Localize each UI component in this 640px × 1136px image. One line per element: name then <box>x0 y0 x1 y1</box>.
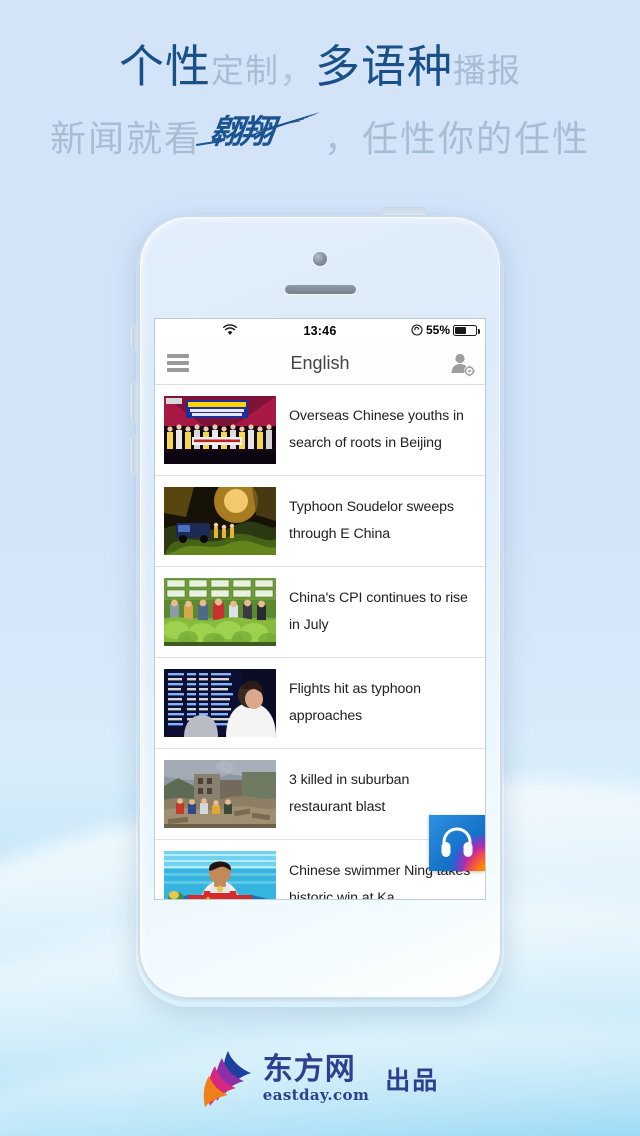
promo-line2-suffix: 任性你的任性 <box>362 119 591 160</box>
news-title: 3 killed in suburban restaurant blast <box>289 771 410 815</box>
page-title: English <box>290 353 350 373</box>
brand-name-en: eastday.com <box>262 1086 370 1104</box>
audio-player-fab[interactable] <box>429 815 485 871</box>
aoxiang-brand-script: 翱翔 <box>195 112 322 161</box>
news-thumbnail <box>164 396 276 464</box>
news-thumbnail <box>164 487 276 555</box>
list-item[interactable]: Flights hit as typhoon approaches <box>155 658 485 749</box>
news-thumbnail <box>164 669 276 737</box>
news-title: Typhoon Soudelor sweeps through E China <box>289 498 454 542</box>
list-item[interactable]: China's CPI continues to rise in July <box>155 567 485 658</box>
phone-screen: 13:46 55% English Overseas Chinese youth… <box>155 319 485 899</box>
night-storm-fallen-tree <box>164 487 276 555</box>
collapsed-building-rubble <box>164 760 276 828</box>
promo-seg-1: 个性 <box>118 40 211 93</box>
profile-settings-icon[interactable] <box>449 351 476 378</box>
rotation-lock-icon <box>411 324 423 336</box>
promo-line2-prefix: 新闻就看 <box>49 119 202 160</box>
brand-swoosh-icon <box>249 112 320 136</box>
promo-seg-2: 定制 <box>210 51 279 90</box>
phone-mute-switch[interactable] <box>132 325 139 351</box>
promo-headline-line-2: 新闻就看 翱翔 ，任性你的任性 <box>49 112 591 161</box>
news-title: China's CPI continues to rise in July <box>289 589 468 633</box>
status-bar: 13:46 55% <box>155 319 485 343</box>
news-thumbnail <box>164 760 276 828</box>
news-thumbnail <box>164 851 276 899</box>
list-item[interactable]: Overseas Chinese youths in search of roo… <box>155 385 485 476</box>
headphones-icon <box>441 827 473 857</box>
concert-stage-group-photo <box>164 396 276 464</box>
phone-volume-down-button[interactable] <box>132 435 139 475</box>
list-item[interactable]: Typhoon Soudelor sweeps through E China <box>155 476 485 567</box>
app-nav-bar: English <box>155 343 485 385</box>
eastday-wordmark: 东方网 eastday.com <box>263 1055 369 1103</box>
phone-front-camera <box>313 252 327 266</box>
eastday-flame-logo <box>203 1051 251 1107</box>
promo-seg-4: 多语种 <box>315 40 454 93</box>
airport-departure-board <box>164 669 276 737</box>
news-title: Flights hit as typhoon approaches <box>289 680 421 724</box>
promo-headline-line-1: 个性定制，多语种播报 <box>0 44 640 89</box>
footer-branding: 东方网 eastday.com 出品 <box>0 1050 640 1108</box>
news-title: Overseas Chinese youths in search of roo… <box>289 407 464 451</box>
battery-fill <box>455 326 466 334</box>
status-bar-right-cluster: 55% <box>411 323 480 337</box>
battery-icon <box>453 324 480 336</box>
phone-power-button[interactable] <box>382 207 426 216</box>
promo-line2-comma: ， <box>323 119 362 160</box>
battery-percent-label: 55% <box>425 323 450 337</box>
phone-mockup: 13:46 55% English Overseas Chinese youth… <box>130 207 510 1007</box>
swimmer-with-flag-podium <box>164 851 276 899</box>
phone-earpiece-speaker <box>285 285 356 294</box>
phone-volume-up-button[interactable] <box>132 383 139 423</box>
produced-by-label: 出品 <box>385 1066 440 1095</box>
brand-name-cn: 东方网 <box>262 1052 356 1087</box>
vegetable-market-shoppers <box>164 578 276 646</box>
news-thumbnail <box>164 578 276 646</box>
promo-headline: 个性定制，多语种播报 新闻就看 翱翔 ，任性你的任性 <box>0 44 640 161</box>
promo-seg-5: 播报 <box>453 51 522 90</box>
promo-seg-3: ， <box>278 49 315 90</box>
